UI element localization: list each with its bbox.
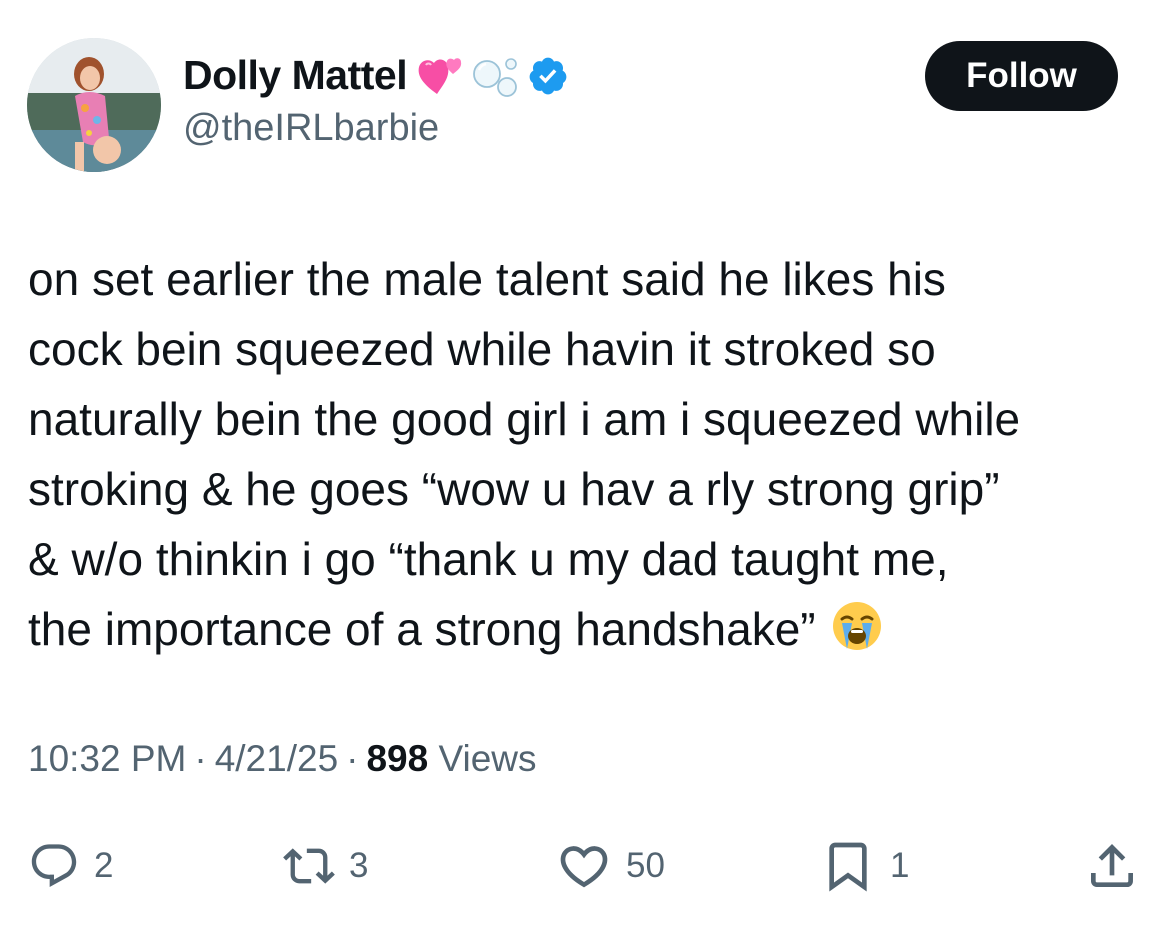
repost-count: 3 [349,846,369,885]
verified-badge-icon [529,57,567,94]
tweet-text-line: cock bein squeezed while havin it stroke… [28,323,936,375]
reply-count: 2 [94,846,114,885]
bubbles-emoji-icon [473,57,517,97]
tweet-text-line: & w/o thinkin i go “thank u my dad taugh… [28,533,949,585]
tweet-text: on set earlier the male talent said he l… [28,244,1138,672]
tweet-meta: 10:32 PM · 4/21/25 · 898 Views [28,738,537,780]
tweet-text-line: naturally bein the good girl i am i sque… [28,393,1021,445]
tweet-text-line-last: the importance of a strong handshake” [28,594,1138,672]
repost-icon [283,848,335,884]
meta-separator: · [346,738,359,779]
bookmark-count: 1 [890,846,910,885]
reply-icon [31,844,77,888]
repost-button[interactable]: 3 [283,838,368,894]
avatar[interactable] [27,38,161,172]
loudly-crying-face-emoji-icon [830,599,884,672]
name-icons [417,54,569,98]
share-icon [1091,844,1133,887]
views-count: 898 [366,738,429,779]
reply-button[interactable]: 2 [28,838,113,894]
display-name[interactable]: Dolly Mattel [183,52,408,99]
user-handle[interactable]: @theIRLbarbie [183,107,439,150]
follow-button[interactable]: Follow [925,41,1118,111]
like-count: 50 [626,846,665,885]
share-button[interactable] [1084,838,1140,894]
heart-emoji-icon [418,57,462,94]
tweet-text-line: on set earlier the male talent said he l… [28,253,946,305]
bookmark-button[interactable]: 1 [820,838,909,894]
tweet-card: Dolly Mattel @theIRLbarbie Follow on set [0,0,1170,947]
bookmark-icon [829,842,867,892]
tweet-text-line: stroking & he goes “wow u hav a rly stro… [28,463,1000,515]
tweet-text-line: the importance of a strong handshake” [28,603,816,655]
avatar-image [27,38,161,172]
tweet-time[interactable]: 10:32 PM [28,738,186,779]
views-label: Views [438,738,537,779]
like-button[interactable]: 50 [556,838,665,894]
meta-separator: · [194,738,207,779]
heart-icon [560,846,608,888]
display-name-row[interactable]: Dolly Mattel [183,52,569,99]
tweet-date[interactable]: 4/21/25 [215,738,338,779]
